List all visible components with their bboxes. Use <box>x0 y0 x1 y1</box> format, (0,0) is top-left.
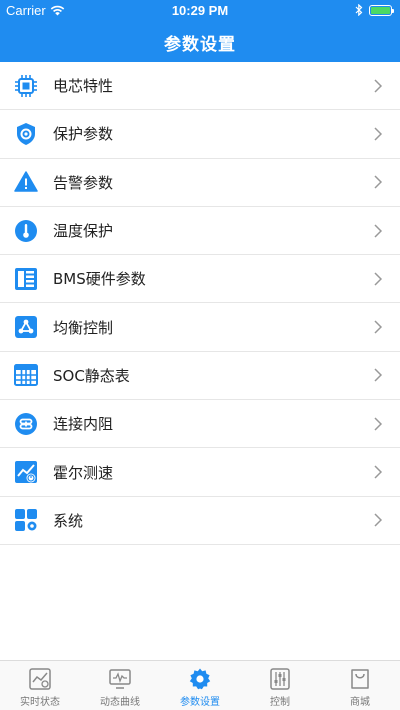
chip-icon <box>14 74 38 98</box>
speed-chart-icon <box>14 460 38 484</box>
tab-label: 动态曲线 <box>100 697 140 708</box>
tab-dynamic-curve[interactable]: 动态曲线 <box>80 661 160 710</box>
menu-item-label: 温度保护 <box>53 222 114 241</box>
menu-item-connection-resistance[interactable]: 连接内阻 <box>0 400 400 449</box>
status-time: 10:29 PM <box>171 3 229 18</box>
menu-item-label: 保护参数 <box>53 125 114 144</box>
battery-icon <box>369 4 394 16</box>
chevron-right-icon <box>374 272 383 286</box>
shopping-bag-icon <box>351 669 369 689</box>
bottom-tab-bar: 实时状态 动态曲线 参数设置 控制 商城 <box>0 660 400 710</box>
chevron-right-icon <box>374 417 383 431</box>
menu-item-bms-hardware-params[interactable]: BMS硬件参数 <box>0 255 400 304</box>
monitor-curve-icon <box>109 669 131 689</box>
gear-icon <box>189 668 211 690</box>
chevron-right-icon <box>374 224 383 238</box>
menu-item-soc-static-table[interactable]: SOC静态表 <box>0 351 400 401</box>
menu-item-temperature-protection[interactable]: 温度保护 <box>0 206 400 256</box>
tab-label: 参数设置 <box>180 697 220 708</box>
chevron-right-icon <box>374 175 383 189</box>
menu-item-label: 连接内阻 <box>53 415 114 434</box>
chevron-right-icon <box>374 513 383 527</box>
page-title: 参数设置 <box>164 35 236 55</box>
realtime-chart-icon <box>29 668 51 690</box>
tab-label: 实时状态 <box>20 697 60 708</box>
tab-store[interactable]: 商城 <box>320 661 400 710</box>
tab-label: 控制 <box>270 697 290 708</box>
table-icon <box>14 363 38 387</box>
sliders-icon <box>270 668 290 690</box>
bluetooth-icon <box>355 4 363 16</box>
menu-item-system[interactable]: 系统 <box>0 496 400 545</box>
hardware-list-icon <box>14 267 38 291</box>
tab-parameter-settings[interactable]: 参数设置 <box>160 661 240 710</box>
thermometer-icon <box>14 219 38 243</box>
chevron-right-icon <box>374 79 383 93</box>
menu-item-cell-characteristics[interactable]: 电芯特性 <box>0 62 400 111</box>
menu-item-label: 电芯特性 <box>53 77 114 96</box>
menu-item-hall-speed[interactable]: 霍尔测速 <box>0 448 400 497</box>
menu-item-label: SOC静态表 <box>53 366 130 385</box>
menu-item-label: BMS硬件参数 <box>53 270 146 289</box>
status-right <box>355 4 394 16</box>
menu-item-balance-control[interactable]: 均衡控制 <box>0 303 400 352</box>
shield-gear-icon <box>14 122 38 146</box>
menu-item-alarm-params[interactable]: 告警参数 <box>0 158 400 207</box>
system-grid-icon <box>14 508 38 532</box>
balance-network-icon <box>14 315 38 339</box>
chevron-right-icon <box>374 320 383 334</box>
tab-control[interactable]: 控制 <box>240 661 320 710</box>
header-bar: Carrier 10:29 PM 参数设置 <box>0 0 400 62</box>
link-resistance-icon <box>14 412 38 436</box>
menu-item-label: 系统 <box>53 511 84 530</box>
menu-item-label: 告警参数 <box>53 173 114 192</box>
chevron-right-icon <box>374 127 383 141</box>
settings-menu: 电芯特性 保护参数 告警参数 温度保护 BMS硬件参数 均衡控制 SOC静态表 … <box>0 62 400 545</box>
status-bar: Carrier 10:29 PM <box>0 0 400 22</box>
menu-item-label: 霍尔测速 <box>53 463 114 482</box>
menu-item-protection-params[interactable]: 保护参数 <box>0 110 400 159</box>
warning-icon <box>14 170 38 194</box>
battery-level <box>371 6 390 14</box>
tab-realtime-status[interactable]: 实时状态 <box>0 661 80 710</box>
chevron-right-icon <box>374 465 383 479</box>
chevron-right-icon <box>374 368 383 382</box>
menu-item-label: 均衡控制 <box>53 318 114 337</box>
tab-label: 商城 <box>350 697 370 708</box>
